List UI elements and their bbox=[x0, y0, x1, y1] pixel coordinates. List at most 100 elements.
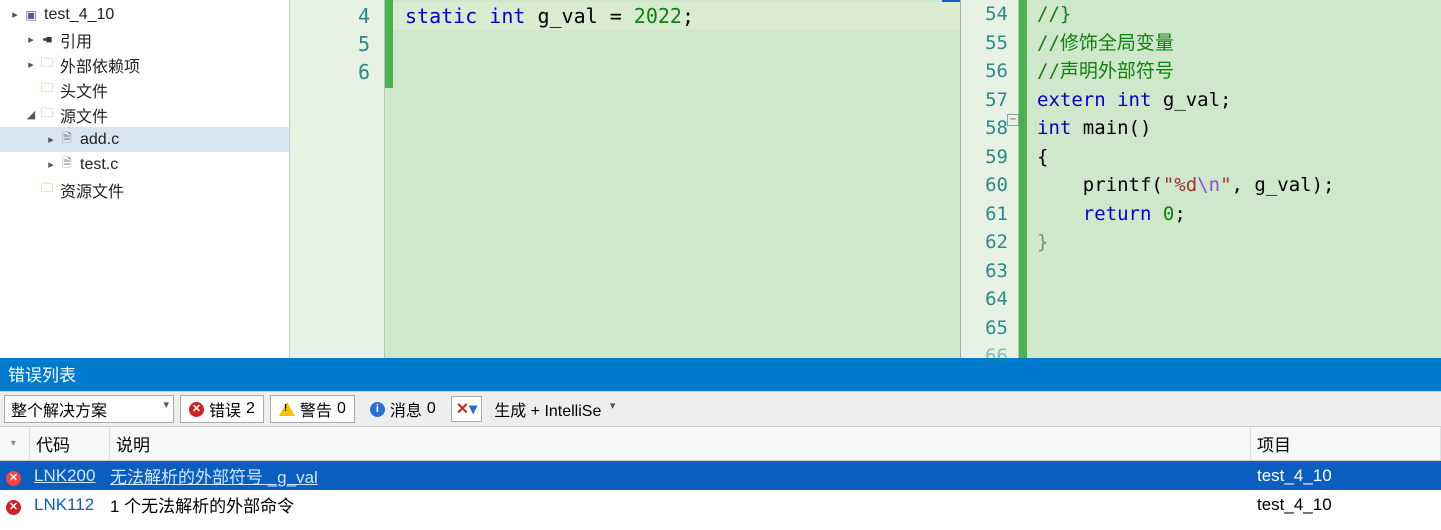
keyword: static bbox=[405, 4, 477, 28]
code-text: g_val; bbox=[1151, 89, 1231, 111]
errors-label: 错误 bbox=[209, 397, 241, 421]
line-number: 4 bbox=[290, 2, 370, 30]
tree-node-headers[interactable]: 🗀 头文件 bbox=[0, 77, 289, 102]
warnings-label: 警告 bbox=[300, 397, 332, 421]
folder-icon: 🗀 bbox=[38, 104, 56, 126]
line-number: 55 bbox=[961, 29, 1008, 58]
editor-area: ▸ ▣ test_4_10 ▸ •■ 引用 ▸ 🗀 外部依赖项 🗀 头文件 ◢ … bbox=[0, 0, 1441, 358]
row-proj: test_4_10 bbox=[1251, 466, 1441, 486]
code-line[interactable]: static int g_val = 2022; bbox=[385, 2, 960, 30]
messages-label: 消息 bbox=[390, 397, 422, 421]
line-number: 65 bbox=[961, 314, 1008, 343]
code-body[interactable]: static int g_val = 2022; bbox=[385, 0, 960, 358]
fold-collapse-icon[interactable]: − bbox=[1007, 114, 1019, 126]
code-line[interactable]: return 0; bbox=[1019, 200, 1441, 229]
messages-count: 0 bbox=[427, 400, 436, 418]
code-editor-right[interactable]: 54 55 56 57 58 59 60 61 62 63 64 65 66 /… bbox=[961, 0, 1441, 358]
c-file-icon: 🗎 bbox=[58, 129, 76, 150]
expand-icon[interactable]: ▸ bbox=[8, 8, 22, 21]
solution-explorer[interactable]: ▸ ▣ test_4_10 ▸ •■ 引用 ▸ 🗀 外部依赖项 🗀 头文件 ◢ … bbox=[0, 0, 290, 358]
error-list-title[interactable]: 错误列表 bbox=[0, 358, 1441, 391]
source-dropdown[interactable]: 生成 + IntelliSe bbox=[488, 396, 617, 422]
tree-node-resources[interactable]: 🗀 资源文件 bbox=[0, 177, 289, 202]
tree-label: add.c bbox=[80, 131, 119, 149]
code-line[interactable]: −int main() bbox=[1019, 114, 1441, 143]
code-line[interactable]: printf("%d\n", g_val); bbox=[1019, 171, 1441, 200]
code-text: ; bbox=[682, 4, 694, 28]
line-number: 5 bbox=[290, 30, 370, 58]
error-list-toolbar: 整个解决方案 ✕ 错误 2 警告 0 i 消息 0 ✕▾ 生成 + Intell… bbox=[0, 391, 1441, 427]
code-line[interactable]: } bbox=[1019, 228, 1441, 257]
line-number: 62 bbox=[961, 228, 1008, 257]
tree-label: 源文件 bbox=[60, 103, 108, 127]
expand-icon[interactable]: ▸ bbox=[24, 58, 38, 71]
scope-value: 整个解决方案 bbox=[11, 403, 107, 420]
code-line[interactable]: extern int g_val; bbox=[1019, 86, 1441, 115]
escape-seq: \n bbox=[1197, 174, 1220, 196]
row-code: LNK112 bbox=[30, 495, 110, 515]
tree-node-add-c[interactable]: ▸ 🗎 add.c bbox=[0, 127, 289, 152]
error-row[interactable]: ✕ LNK200 无法解析的外部符号 _g_val test_4_10 bbox=[0, 461, 1441, 490]
c-file-icon: 🗎 bbox=[58, 154, 76, 175]
header-code[interactable]: 代码 bbox=[30, 427, 110, 460]
info-icon: i bbox=[370, 402, 385, 417]
expand-icon[interactable]: ▸ bbox=[24, 33, 38, 46]
project-icon: ▣ bbox=[22, 8, 40, 22]
errors-count: 2 bbox=[246, 400, 255, 418]
header-proj[interactable]: 项目 bbox=[1251, 427, 1441, 460]
collapse-icon[interactable]: ◢ bbox=[24, 108, 38, 121]
row-icon: ✕ bbox=[0, 466, 30, 486]
tree-node-test-c[interactable]: ▸ 🗎 test.c bbox=[0, 152, 289, 177]
references-icon: •■ bbox=[38, 34, 56, 46]
change-marker bbox=[385, 0, 393, 88]
warnings-count: 0 bbox=[337, 400, 346, 418]
code-line[interactable]: //修饰全局变量 bbox=[1019, 29, 1441, 58]
panel-title-text: 错误列表 bbox=[8, 366, 76, 385]
warning-icon bbox=[279, 402, 295, 416]
tree-node-external-deps[interactable]: ▸ 🗀 外部依赖项 bbox=[0, 52, 289, 77]
tree-node-sources[interactable]: ◢ 🗀 源文件 bbox=[0, 102, 289, 127]
code-text: printf( bbox=[1037, 174, 1163, 196]
errors-filter-button[interactable]: ✕ 错误 2 bbox=[180, 395, 264, 423]
code-text: { bbox=[1037, 146, 1048, 168]
line-number: 56 bbox=[961, 57, 1008, 86]
grid-header[interactable]: ▾ 代码 说明 项目 bbox=[0, 427, 1441, 461]
header-icon-col[interactable]: ▾ bbox=[0, 427, 30, 460]
row-desc: 1 个无法解析的外部命令 bbox=[110, 492, 1251, 517]
tree-label: test_4_10 bbox=[44, 6, 114, 24]
comment: //声明外部符号 bbox=[1037, 60, 1174, 82]
row-icon: ✕ bbox=[0, 495, 30, 515]
tree-label: test.c bbox=[80, 156, 118, 174]
code-line[interactable]: { bbox=[1019, 143, 1441, 172]
line-number: 66 bbox=[961, 342, 1008, 371]
header-desc[interactable]: 说明 bbox=[110, 427, 1251, 460]
keyword: return bbox=[1083, 203, 1152, 225]
number-literal: 0 bbox=[1163, 203, 1174, 225]
keyword: int bbox=[489, 4, 525, 28]
clear-filter-button[interactable]: ✕▾ bbox=[451, 396, 482, 422]
code-editor-left[interactable]: 4 5 6 static int g_val = 2022; bbox=[290, 0, 961, 358]
keyword: int bbox=[1037, 117, 1071, 139]
line-number: 54 bbox=[961, 0, 1008, 29]
tree-label: 头文件 bbox=[60, 78, 108, 102]
messages-filter-button[interactable]: i 消息 0 bbox=[361, 395, 445, 423]
string-literal: "%d bbox=[1163, 174, 1197, 196]
code-line[interactable]: //声明外部符号 bbox=[1019, 57, 1441, 86]
warnings-filter-button[interactable]: 警告 0 bbox=[270, 395, 355, 423]
row-code: LNK200 bbox=[30, 466, 110, 486]
keyword: int bbox=[1117, 89, 1151, 111]
tree-node-references[interactable]: ▸ •■ 引用 bbox=[0, 27, 289, 52]
code-body[interactable]: //} //修饰全局变量 //声明外部符号 extern int g_val; … bbox=[1019, 0, 1441, 358]
expand-icon[interactable]: ▸ bbox=[44, 158, 58, 171]
error-row[interactable]: ✕ LNK112 1 个无法解析的外部命令 test_4_10 bbox=[0, 490, 1441, 519]
folder-icon: 🗀 bbox=[38, 54, 56, 76]
expand-icon[interactable]: ▸ bbox=[44, 133, 58, 146]
error-icon: ✕ bbox=[6, 500, 21, 515]
tree-node-project[interactable]: ▸ ▣ test_4_10 bbox=[0, 2, 289, 27]
scope-dropdown[interactable]: 整个解决方案 bbox=[4, 395, 174, 423]
code-text bbox=[1151, 203, 1162, 225]
string-literal: " bbox=[1220, 174, 1231, 196]
code-text: , g_val); bbox=[1232, 174, 1335, 196]
code-line[interactable]: //} bbox=[1019, 0, 1441, 29]
change-marker bbox=[1019, 0, 1027, 358]
